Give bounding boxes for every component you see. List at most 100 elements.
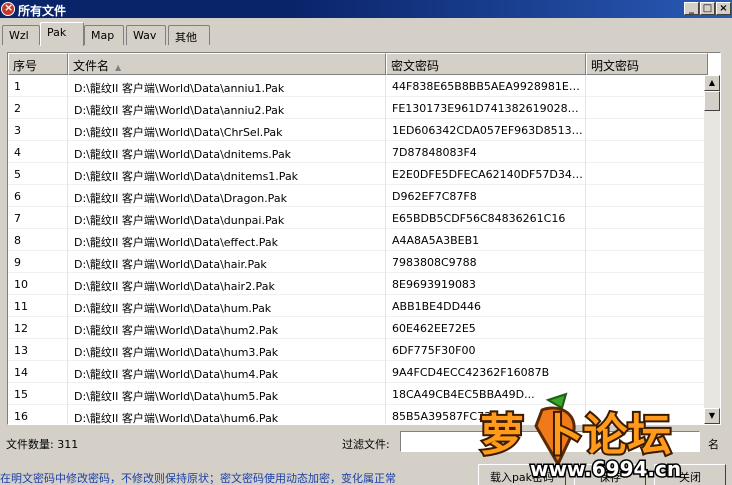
table-row[interactable]: 1 D:\龍纹II 客户端\World\Data\anniu1.Pak 44F838… bbox=[8, 75, 706, 97]
cell-plain-password[interactable] bbox=[586, 317, 706, 339]
cell-filename: D:\龍纹II 客户端\World\Data\anniu2.Pak bbox=[68, 97, 386, 119]
watermark-logo: 萝 卜论坛 www.6994.cn bbox=[478, 392, 683, 482]
cell-plain-password[interactable] bbox=[586, 119, 706, 141]
column-label: 文件名 bbox=[73, 59, 110, 73]
scroll-thumb[interactable] bbox=[704, 91, 720, 111]
cell-plain-password[interactable] bbox=[586, 75, 706, 97]
cell-cipher-password: 44F838E65B8BB5AEA9928981E702... bbox=[386, 75, 586, 97]
cell-filename: D:\龍纹II 客户端\World\Data\Dragon.Pak bbox=[68, 185, 386, 207]
cell-plain-password[interactable] bbox=[586, 185, 706, 207]
table-row[interactable]: 2 D:\龍纹II 客户端\World\Data\anniu2.Pak FE1301… bbox=[8, 97, 706, 119]
cell-filename: D:\龍纹II 客户端\World\Data\hum5.Pak bbox=[68, 383, 386, 405]
cell-index: 3 bbox=[8, 119, 68, 141]
cell-plain-password[interactable] bbox=[586, 97, 706, 119]
table-row[interactable]: 12 D:\龍纹II 客户端\World\Data\hum2.Pak 60E462E… bbox=[8, 317, 706, 339]
cell-plain-password[interactable] bbox=[586, 295, 706, 317]
file-table: 序号 文件名 ▲ 密文密码 明文密码 1 D:\龍纹II 客户端\World\Dat… bbox=[7, 52, 721, 425]
maximize-button[interactable]: □ bbox=[700, 2, 715, 15]
column-header-filename[interactable]: 文件名 ▲ bbox=[68, 53, 386, 75]
file-count: 文件数量: 311 bbox=[6, 438, 79, 451]
window-title: 所有文件 bbox=[18, 4, 67, 18]
cell-index: 11 bbox=[8, 295, 68, 317]
table-row[interactable]: 4 D:\龍纹II 客户端\World\Data\dnitems.Pak 7D878… bbox=[8, 141, 706, 163]
tab-label: Map bbox=[91, 29, 115, 42]
tab-label: Wzl bbox=[9, 29, 29, 42]
cell-index: 5 bbox=[8, 163, 68, 185]
cell-filename: D:\龍纹II 客户端\World\Data\dunpai.Pak bbox=[68, 207, 386, 229]
cell-cipher-password: D962EF7C87F8 bbox=[386, 185, 586, 207]
table-row[interactable]: 14 D:\龍纹II 客户端\World\Data\hum4.Pak 9A4FCD4… bbox=[8, 361, 706, 383]
table-row[interactable]: 10 D:\龍纹II 客户端\World\Data\hair2.Pak 8E9693… bbox=[8, 273, 706, 295]
column-label: 密文密码 bbox=[391, 59, 440, 73]
table-row[interactable]: 7 D:\龍纹II 客户端\World\Data\dunpai.Pak E65BDB… bbox=[8, 207, 706, 229]
tab-pak[interactable]: Pak bbox=[40, 22, 84, 46]
cell-filename: D:\龍纹II 客户端\World\Data\hum3.Pak bbox=[68, 339, 386, 361]
cell-plain-password[interactable] bbox=[586, 207, 706, 229]
cell-cipher-password: E65BDB5CDF56C84836261C16 bbox=[386, 207, 586, 229]
cell-plain-password[interactable] bbox=[586, 339, 706, 361]
cell-cipher-password: 60E462EE72E5 bbox=[386, 317, 586, 339]
cell-filename: D:\龍纹II 客户端\World\Data\hair2.Pak bbox=[68, 273, 386, 295]
cell-index: 16 bbox=[8, 405, 68, 424]
cell-index: 2 bbox=[8, 97, 68, 119]
vertical-scrollbar[interactable]: ▲ ▼ bbox=[704, 75, 720, 424]
cell-filename: D:\龍纹II 客户端\World\Data\hum6.Pak bbox=[68, 405, 386, 424]
cell-index: 10 bbox=[8, 273, 68, 295]
column-header-cipher-password[interactable]: 密文密码 bbox=[386, 53, 586, 75]
cell-plain-password[interactable] bbox=[586, 251, 706, 273]
cell-cipher-password: 1ED606342CDA057EF963D85137D3... bbox=[386, 119, 586, 141]
column-header-index[interactable]: 序号 bbox=[8, 53, 68, 75]
cell-index: 7 bbox=[8, 207, 68, 229]
cell-index: 12 bbox=[8, 317, 68, 339]
table-row[interactable]: 5 D:\龍纹II 客户端\World\Data\dnitems1.Pak E2E0… bbox=[8, 163, 706, 185]
cell-plain-password[interactable] bbox=[586, 229, 706, 251]
minimize-button[interactable]: _ bbox=[684, 2, 699, 15]
cell-cipher-password: 7D87848083F4 bbox=[386, 141, 586, 163]
tab-wzl[interactable]: Wzl bbox=[2, 25, 40, 45]
cell-index: 1 bbox=[8, 75, 68, 97]
cell-index: 13 bbox=[8, 339, 68, 361]
close-window-button[interactable]: × bbox=[716, 2, 731, 15]
title-bar: 所有文件 _ □ × bbox=[0, 0, 732, 18]
cell-filename: D:\龍纹II 客户端\World\Data\hair.Pak bbox=[68, 251, 386, 273]
cell-cipher-password: 7983808C9788 bbox=[386, 251, 586, 273]
tab-map[interactable]: Map bbox=[84, 25, 124, 45]
table-row[interactable]: 9 D:\龍纹II 客户端\World\Data\hair.Pak 7983808C… bbox=[8, 251, 706, 273]
cell-filename: D:\龍纹II 客户端\World\Data\anniu1.Pak bbox=[68, 75, 386, 97]
cell-plain-password[interactable] bbox=[586, 163, 706, 185]
hint-text: 在明文密码中修改密码，不修改则保持原状；密文密码使用动态加密，变化属正常 bbox=[0, 472, 396, 485]
table-row[interactable]: 3 D:\龍纹II 客户端\World\Data\ChrSel.Pak 1ED606… bbox=[8, 119, 706, 141]
cell-plain-password[interactable] bbox=[586, 141, 706, 163]
cell-cipher-password: A4A8A5A3BEB1 bbox=[386, 229, 586, 251]
cell-plain-password[interactable] bbox=[586, 273, 706, 295]
cell-cipher-password: 9A4FCD4ECC42362F16087B bbox=[386, 361, 586, 383]
app-icon bbox=[1, 1, 15, 16]
cell-filename: D:\龍纹II 客户端\World\Data\dnitems.Pak bbox=[68, 141, 386, 163]
cell-filename: D:\龍纹II 客户端\World\Data\hum.Pak bbox=[68, 295, 386, 317]
column-header-plain-password[interactable]: 明文密码 bbox=[586, 53, 708, 75]
cell-index: 6 bbox=[8, 185, 68, 207]
table-row[interactable]: 6 D:\龍纹II 客户端\World\Data\Dragon.Pak D962EF… bbox=[8, 185, 706, 207]
filter-label: 过滤文件: bbox=[342, 438, 390, 451]
scroll-up-icon[interactable]: ▲ bbox=[704, 75, 720, 91]
cell-plain-password[interactable] bbox=[586, 361, 706, 383]
watermark-site: www.6994.cn bbox=[530, 457, 681, 481]
column-label: 序号 bbox=[13, 59, 38, 73]
cell-filename: D:\龍纹II 客户端\World\Data\hum2.Pak bbox=[68, 317, 386, 339]
table-row[interactable]: 11 D:\龍纹II 客户端\World\Data\hum.Pak ABB1BE4D… bbox=[8, 295, 706, 317]
cell-filename: D:\龍纹II 客户端\World\Data\dnitems1.Pak bbox=[68, 163, 386, 185]
table-row[interactable]: 13 D:\龍纹II 客户端\World\Data\hum3.Pak 6DF775F… bbox=[8, 339, 706, 361]
watermark-brand: 萝 卜论坛 bbox=[480, 410, 671, 461]
tab-other[interactable]: 其他 bbox=[168, 25, 210, 45]
cell-cipher-password: 8E9693919083 bbox=[386, 273, 586, 295]
cell-filename: D:\龍纹II 客户端\World\Data\effect.Pak bbox=[68, 229, 386, 251]
cell-index: 15 bbox=[8, 383, 68, 405]
cell-cipher-password: 6DF775F30F00 bbox=[386, 339, 586, 361]
cell-cipher-password: ABB1BE4DD446 bbox=[386, 295, 586, 317]
tab-wav[interactable]: Wav bbox=[126, 25, 166, 45]
sort-ascending-icon: ▲ bbox=[115, 63, 122, 72]
cell-index: 8 bbox=[8, 229, 68, 251]
table-row[interactable]: 8 D:\龍纹II 客户端\World\Data\effect.Pak A4A8A5… bbox=[8, 229, 706, 251]
column-label: 明文密码 bbox=[591, 59, 640, 73]
cell-index: 9 bbox=[8, 251, 68, 273]
